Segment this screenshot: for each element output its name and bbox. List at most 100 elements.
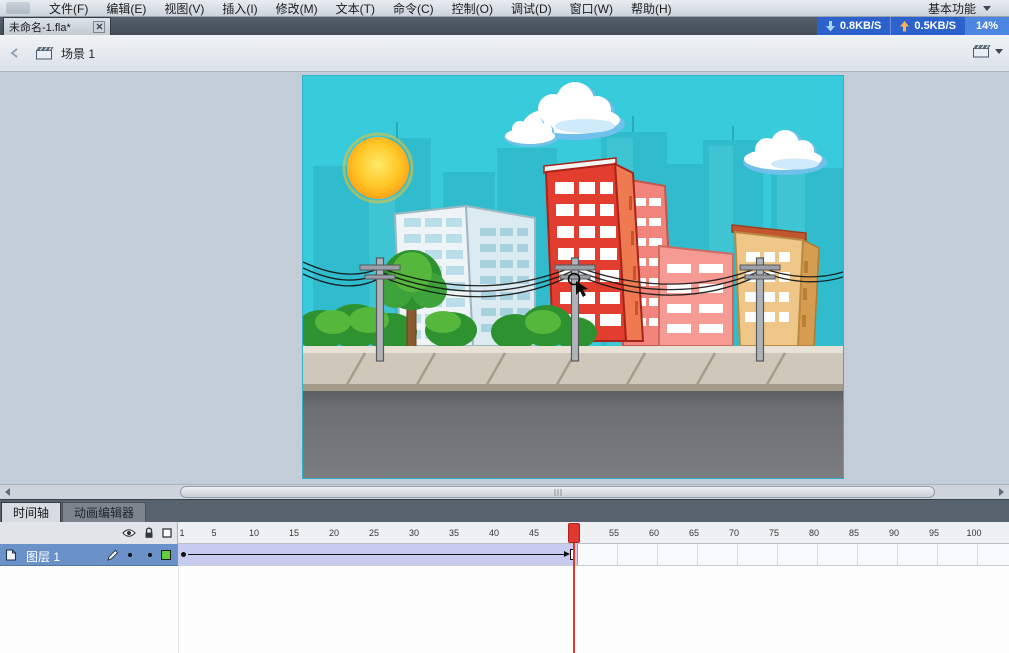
tween-arrow-line xyxy=(188,554,564,555)
building-beige xyxy=(731,224,820,347)
tab-close-button[interactable] xyxy=(93,20,105,33)
frame-grid-line xyxy=(617,544,618,565)
frame-number-60[interactable]: 60 xyxy=(649,528,659,538)
timeline-empty-area xyxy=(0,566,1009,653)
tween-span[interactable] xyxy=(178,544,578,565)
frame-number-15[interactable]: 15 xyxy=(289,528,299,538)
playhead-marker[interactable] xyxy=(568,523,580,543)
scene-label: 场景 1 xyxy=(61,46,96,61)
frame-number-80[interactable]: 80 xyxy=(809,528,819,538)
scrollbar-thumb[interactable] xyxy=(180,486,935,498)
frame-grid-line xyxy=(657,544,658,565)
tab-timeline-label: 时间轴 xyxy=(13,506,50,520)
layer-lock-dot[interactable] xyxy=(148,553,152,557)
document-tab[interactable]: 未命名-1.fla* xyxy=(3,17,111,35)
close-icon xyxy=(96,23,102,30)
document-tab-bar: 未命名-1.fla* 0.8KB/S 0.5KB/S 14% xyxy=(0,17,1009,35)
frame-number-45[interactable]: 45 xyxy=(529,528,539,538)
frame-number-75[interactable]: 75 xyxy=(769,528,779,538)
edit-symbols-icon xyxy=(973,45,991,58)
scene-clapperboard-icon xyxy=(36,47,54,60)
frame-number-85[interactable]: 85 xyxy=(849,528,859,538)
layer-outline-swatch[interactable] xyxy=(161,550,171,560)
network-monitor-overlay[interactable]: 0.8KB/S 0.5KB/S 14% xyxy=(816,17,1009,35)
timeline-panel: 1510152025303540455055606570758085909510… xyxy=(0,522,1009,653)
frame-number-1[interactable]: 1 xyxy=(179,528,184,538)
chevron-down-icon xyxy=(983,5,991,11)
menu-item-2[interactable]: 视图(V) xyxy=(155,0,213,16)
menu-item-9[interactable]: 窗口(W) xyxy=(561,0,622,16)
pencil-icon xyxy=(107,549,119,561)
frame-number-95[interactable]: 95 xyxy=(929,528,939,538)
layer-visibility-dot[interactable] xyxy=(128,553,132,557)
keyframe-dot xyxy=(181,552,186,557)
frame-grid-line xyxy=(737,544,738,565)
frame-grid-line xyxy=(857,544,858,565)
scrollbar-grip-icon xyxy=(554,489,561,496)
frame-ruler: 1510152025303540455055606570758085909510… xyxy=(0,522,1009,544)
frame-number-35[interactable]: 35 xyxy=(449,528,459,538)
frame-number-70[interactable]: 70 xyxy=(729,528,739,538)
upload-speed: 0.5KB/S xyxy=(891,17,965,35)
document-tab-title: 未命名-1.fla* xyxy=(9,21,71,34)
scroll-right-button[interactable] xyxy=(994,485,1009,499)
frame-number-10[interactable]: 10 xyxy=(249,528,259,538)
tab-motion-editor-label: 动画编辑器 xyxy=(74,506,135,520)
frame-grid-line xyxy=(777,544,778,565)
show-hide-column-icon[interactable] xyxy=(122,528,136,538)
scroll-left-button[interactable] xyxy=(0,485,15,499)
pasteboard[interactable] xyxy=(0,72,1009,484)
menu-item-6[interactable]: 命令(C) xyxy=(384,0,443,16)
download-value: 0.8KB/S xyxy=(839,20,882,32)
chevron-down-icon xyxy=(995,48,1003,54)
menu-item-0[interactable]: 文件(F) xyxy=(40,0,97,16)
frame-number-25[interactable]: 25 xyxy=(369,528,379,538)
breadcrumb[interactable]: 场景 1 xyxy=(36,45,95,62)
upload-arrow-icon xyxy=(900,20,910,31)
layer-header xyxy=(0,522,178,544)
arrow-right-icon xyxy=(999,488,1004,496)
percent-value: 14% xyxy=(975,20,998,32)
frame-number-55[interactable]: 55 xyxy=(609,528,619,538)
menu-bar: 文件(F) 编辑(E) 视图(V) 插入(I) 修改(M) 文本(T) 命令(C) 控制(O)… xyxy=(0,0,1009,17)
layer-row[interactable]: 图层 1 xyxy=(0,544,1009,566)
playhead-line[interactable] xyxy=(573,524,575,653)
frame-number-65[interactable]: 65 xyxy=(689,528,699,538)
frame-number-100[interactable]: 100 xyxy=(966,528,981,538)
menu-item-10[interactable]: 帮助(H) xyxy=(622,0,681,16)
frame-grid-line xyxy=(977,544,978,565)
frame-number-20[interactable]: 20 xyxy=(329,528,339,538)
tab-timeline[interactable]: 时间轴 xyxy=(1,502,62,522)
layer-frame-strip[interactable] xyxy=(178,544,1009,566)
tab-motion-editor[interactable]: 动画编辑器 xyxy=(62,502,147,522)
frame-grid-line xyxy=(817,544,818,565)
menu-item-8[interactable]: 调试(D) xyxy=(502,0,561,16)
outline-column-icon[interactable] xyxy=(162,528,172,538)
download-speed: 0.8KB/S xyxy=(817,17,891,35)
menu-item-7[interactable]: 控制(O) xyxy=(443,0,502,16)
menu-item-5[interactable]: 文本(T) xyxy=(327,0,384,16)
horizontal-scrollbar[interactable] xyxy=(0,484,1009,499)
layer-name: 图层 1 xyxy=(26,550,61,564)
menu-item-3[interactable]: 插入(I) xyxy=(213,0,266,16)
workspace-label: 基本功能 xyxy=(927,1,976,16)
menu-item-4[interactable]: 修改(M) xyxy=(267,0,327,16)
layer-item[interactable]: 图层 1 xyxy=(0,544,178,566)
lock-column-icon[interactable] xyxy=(144,527,154,539)
upload-value: 0.5KB/S xyxy=(914,20,956,32)
layer-type-icon xyxy=(5,549,17,561)
workspace-switcher[interactable]: 基本功能 xyxy=(928,0,991,17)
road xyxy=(303,391,843,478)
edit-symbols-button[interactable] xyxy=(973,44,1003,58)
frame-grid-line xyxy=(897,544,898,565)
stage[interactable] xyxy=(302,75,844,479)
back-button[interactable] xyxy=(10,48,20,58)
frame-number-5[interactable]: 5 xyxy=(211,528,216,538)
frame-number-90[interactable]: 90 xyxy=(889,528,899,538)
menu-item-1[interactable]: 编辑(E) xyxy=(97,0,155,16)
column-divider xyxy=(178,566,179,653)
arrow-left-icon xyxy=(5,488,10,496)
frame-number-30[interactable]: 30 xyxy=(409,528,419,538)
frame-number-40[interactable]: 40 xyxy=(489,528,499,538)
app-logo-icon xyxy=(6,2,30,14)
